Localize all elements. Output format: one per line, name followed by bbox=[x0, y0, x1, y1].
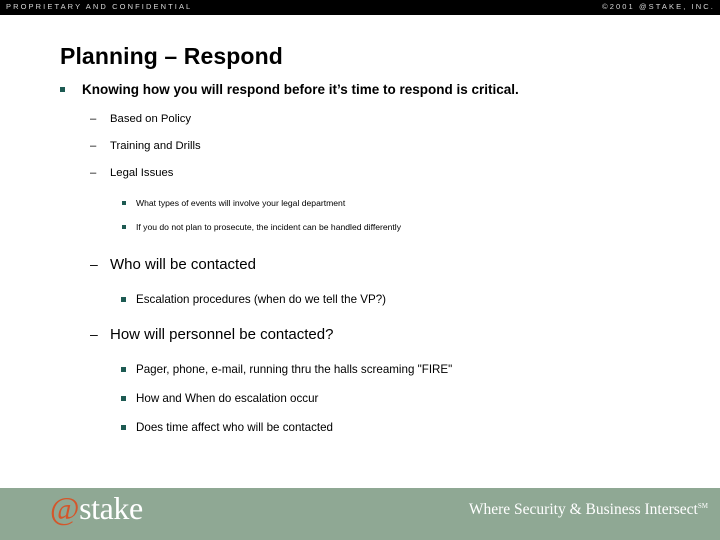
tagline-text: Where Security & Business Intersect bbox=[468, 501, 698, 518]
confidentiality-notice: PROPRIETARY AND CONFIDENTIAL bbox=[6, 2, 193, 11]
dash-bullet-icon: – bbox=[90, 113, 97, 125]
square-bullet-icon bbox=[121, 297, 126, 302]
bullet-item: Knowing how you will respond before it’s… bbox=[0, 78, 720, 102]
square-bullet-icon bbox=[121, 425, 126, 430]
square-bullet-icon bbox=[60, 87, 65, 92]
bullet-text: Training and Drills bbox=[110, 140, 201, 152]
square-bullet-icon bbox=[121, 396, 126, 401]
bullet-text: Based on Policy bbox=[110, 113, 192, 125]
tagline: Where Security & Business IntersectSM bbox=[469, 501, 708, 519]
page-title: Planning – Respond bbox=[60, 43, 283, 69]
service-mark: SM bbox=[697, 501, 708, 510]
copyright-notice: ©2001 @STAKE, INC. bbox=[602, 2, 715, 11]
astake-logo: @stake bbox=[50, 490, 143, 527]
bullet-item: How and When do escalation occur bbox=[0, 384, 720, 413]
dash-bullet-icon: – bbox=[90, 140, 97, 152]
footer-bar: @stake Where Security & Business Interse… bbox=[0, 488, 720, 540]
dash-bullet-icon: – bbox=[90, 167, 97, 179]
bullet-item: Escalation procedures (when do we tell t… bbox=[0, 285, 720, 314]
bullet-text: If you do not plan to prosecute, the inc… bbox=[136, 222, 402, 232]
bullet-item: Pager, phone, e-mail, running thru the h… bbox=[0, 355, 720, 384]
bullet-text: Escalation procedures (when do we tell t… bbox=[136, 293, 387, 306]
bullet-item: – Based on Policy bbox=[0, 106, 720, 133]
bullet-text: Pager, phone, e-mail, running thru the h… bbox=[136, 363, 453, 376]
square-bullet-icon bbox=[121, 367, 126, 372]
bullet-item: Does time affect who will be contacted bbox=[0, 413, 720, 442]
square-bullet-icon bbox=[122, 201, 126, 205]
at-symbol-icon: @ bbox=[50, 490, 80, 526]
bullet-text: How will personnel be contacted? bbox=[110, 326, 334, 343]
slide-body: Knowing how you will respond before it’s… bbox=[0, 78, 720, 442]
bullet-item: – Who will be contacted bbox=[0, 248, 720, 281]
dash-bullet-icon: – bbox=[90, 256, 98, 272]
bullet-text: Does time affect who will be contacted bbox=[136, 421, 333, 434]
bullet-text: Who will be contacted bbox=[110, 256, 256, 273]
header-bar: PROPRIETARY AND CONFIDENTIAL ©2001 @STAK… bbox=[0, 0, 720, 15]
bullet-item: – Legal Issues bbox=[0, 160, 720, 187]
bullet-item: – Training and Drills bbox=[0, 133, 720, 160]
bullet-text: Knowing how you will respond before it’s… bbox=[82, 82, 519, 97]
bullet-item: What types of events will involve your l… bbox=[0, 191, 720, 215]
bullet-item: If you do not plan to prosecute, the inc… bbox=[0, 215, 720, 239]
bullet-text: What types of events will involve your l… bbox=[136, 198, 346, 208]
dash-bullet-icon: – bbox=[90, 326, 98, 342]
square-bullet-icon bbox=[122, 225, 126, 229]
bullet-text: How and When do escalation occur bbox=[136, 392, 319, 405]
bullet-text: Legal Issues bbox=[110, 167, 174, 179]
logo-wordmark: stake bbox=[79, 490, 143, 526]
bullet-item: – How will personnel be contacted? bbox=[0, 318, 720, 351]
